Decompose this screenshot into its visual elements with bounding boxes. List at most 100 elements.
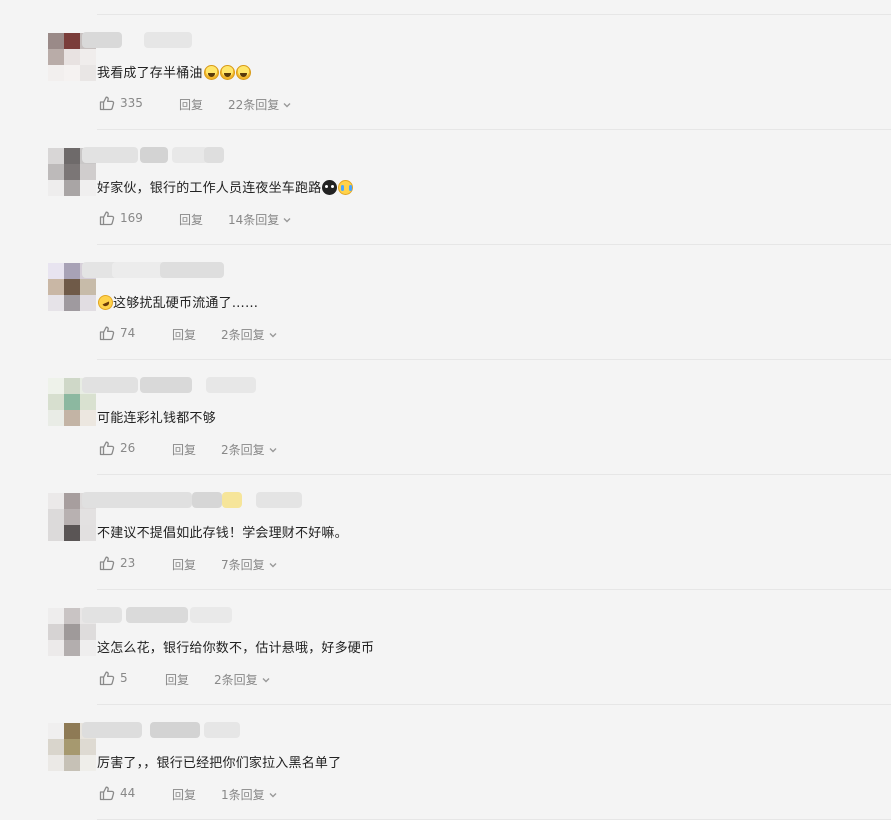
avatar-pixel (64, 509, 80, 525)
avatar-pixel (80, 739, 96, 755)
avatar-pixel (64, 624, 80, 640)
avatar-pixel (48, 410, 64, 426)
avatar-pixel (64, 65, 80, 81)
like-button[interactable]: 335 (99, 95, 143, 111)
avatar-pixel (64, 279, 80, 295)
thumbs-up-icon (99, 326, 115, 341)
thumbs-up-icon (99, 786, 115, 801)
view-replies-button[interactable]: 2条回复 (214, 671, 271, 688)
chevron-down-icon (269, 792, 277, 797)
username-blur-block (190, 607, 232, 623)
avatar-pixel (80, 180, 96, 196)
comment-text-content: 不建议不提倡如此存钱！学会理财不好嘛。 (97, 526, 348, 541)
avatar-pixel (48, 164, 64, 180)
view-replies-button[interactable]: 1条回复 (221, 786, 278, 803)
avatar-pixel (80, 509, 96, 525)
reply-button[interactable]: 回复 (165, 671, 189, 688)
avatar-pixel (48, 739, 64, 755)
comment-text: 这怎么花，银行给你数不，估计悬哦，好多硬币 (97, 637, 374, 656)
comment-text-content: 这够扰乱硬币流通了…… (113, 296, 259, 311)
chevron-down-icon (283, 102, 291, 107)
comment-text-content: 可能连彩礼钱都不够 (97, 411, 216, 426)
username-blur-block (82, 377, 138, 393)
avatar-pixel (64, 493, 80, 509)
like-button[interactable]: 26 (99, 440, 135, 456)
view-replies-button[interactable]: 2条回复 (221, 326, 278, 343)
avatar-pixel (48, 378, 64, 394)
avatar-pixel (64, 148, 80, 164)
comment-item: 可能连彩礼钱都不够 26 回复 2条回复 (0, 360, 891, 475)
comment-item: 这怎么花，银行给你数不，估计悬哦，好多硬币 5 回复 2条回复 (0, 590, 891, 705)
comment-text: 厉害了，，银行已经把你们家拉入黑名单了 (97, 752, 341, 771)
comment-text-content: 这怎么花，银行给你数不，估计悬哦，好多硬币 (97, 641, 375, 656)
avatar-pixel (64, 33, 80, 49)
avatar-pixel (80, 394, 96, 410)
comment-text: 这够扰乱硬币流通了…… (95, 292, 259, 313)
avatar-pixel (64, 295, 80, 311)
comment-actions: 335 回复 22条回复 (0, 95, 891, 113)
chevron-down-icon (269, 562, 277, 567)
reply-button[interactable]: 回复 (179, 211, 203, 228)
cry-emoji (338, 180, 354, 195)
replies-count-label: 14条回复 (228, 213, 280, 227)
avatar-pixel (80, 65, 96, 81)
username-blur-block (160, 262, 224, 278)
reply-button[interactable]: 回复 (172, 786, 196, 803)
replies-count-label: 2条回复 (221, 328, 265, 342)
avatar-pixel (48, 279, 64, 295)
username-blur-block (256, 492, 302, 508)
view-replies-button[interactable]: 2条回复 (221, 441, 278, 458)
replies-count-label: 22条回复 (228, 98, 280, 112)
avatar-pixel (48, 263, 64, 279)
reply-button[interactable]: 回复 (172, 326, 196, 343)
like-button[interactable]: 169 (99, 210, 143, 226)
grinning-sweat-emoji (203, 65, 219, 80)
reply-button[interactable]: 回复 (172, 441, 196, 458)
comment-actions: 5 回复 2条回复 (0, 670, 891, 688)
like-button[interactable]: 23 (99, 555, 135, 571)
comment-item: 我看成了存半桶油 335 回复 22条回复 (0, 15, 891, 130)
like-count: 335 (120, 96, 143, 110)
avatar-pixel (80, 410, 96, 426)
avatar-pixel (64, 525, 80, 541)
like-count: 74 (120, 326, 136, 340)
avatar-pixel (48, 493, 64, 509)
avatar-pixel (48, 180, 64, 196)
like-count: 169 (120, 211, 143, 225)
avatar-pixel (48, 49, 64, 65)
comment-actions: 26 回复 2条回复 (0, 440, 891, 458)
avatar-pixel (64, 180, 80, 196)
avatar-pixel (80, 49, 96, 65)
view-replies-button[interactable]: 14条回复 (228, 211, 292, 228)
dark-emoji (322, 180, 338, 195)
like-button[interactable]: 5 (99, 670, 128, 686)
comment-actions: 74 回复 2条回复 (0, 325, 891, 343)
username-blur-block (140, 147, 168, 163)
reply-button[interactable]: 回复 (179, 96, 203, 113)
like-button[interactable]: 74 (99, 325, 135, 341)
username-blur-block (150, 722, 200, 738)
comment-actions: 44 回复 1条回复 (0, 785, 891, 803)
comment-text: 好家伙，银行的工作人员连夜坐车跑路 (97, 177, 354, 196)
thumbs-up-icon (99, 96, 115, 111)
replies-count-label: 7条回复 (221, 558, 265, 572)
avatar-pixel (48, 755, 64, 771)
replies-count-label: 2条回复 (214, 673, 258, 687)
avatar-pixel (64, 755, 80, 771)
like-count: 23 (120, 556, 136, 570)
comment-item: 好家伙，银行的工作人员连夜坐车跑路 169 回复 14条回复 (0, 130, 891, 245)
comment-text: 我看成了存半桶油 (97, 62, 251, 81)
avatar-pixel (80, 295, 96, 311)
avatar-pixel (64, 410, 80, 426)
view-replies-button[interactable]: 7条回复 (221, 556, 278, 573)
like-button[interactable]: 44 (99, 785, 135, 801)
avatar-pixel (80, 279, 96, 295)
avatar-pixel (48, 640, 64, 656)
view-replies-button[interactable]: 22条回复 (228, 96, 292, 113)
comment-item: 厉害了，，银行已经把你们家拉入黑名单了 44 回复 1条回复 (0, 705, 891, 820)
like-count: 26 (120, 441, 136, 455)
reply-button[interactable]: 回复 (172, 556, 196, 573)
replies-count-label: 1条回复 (221, 788, 265, 802)
avatar-pixel (48, 33, 64, 49)
comment-text: 可能连彩礼钱都不够 (97, 407, 216, 426)
